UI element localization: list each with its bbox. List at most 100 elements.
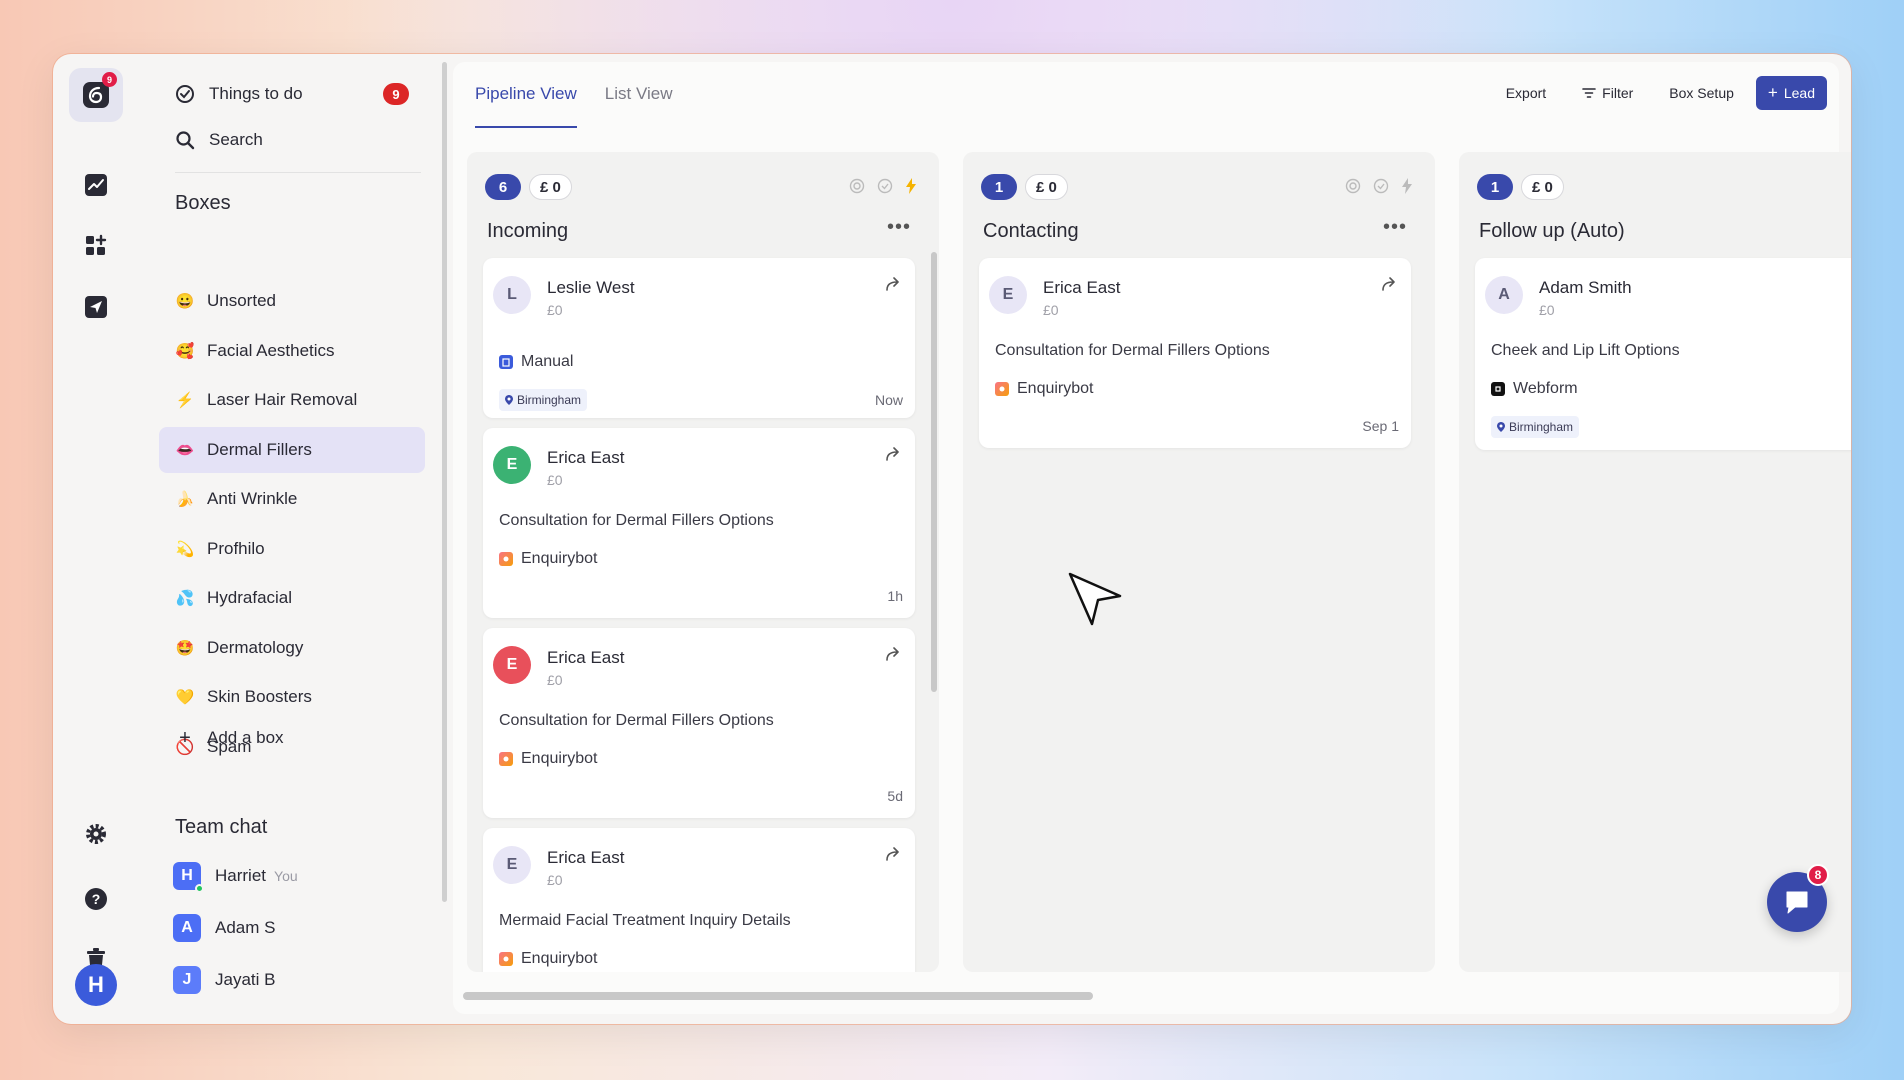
lead-card[interactable]: E Erica East £0 Consultation for Dermal Fil… [483,628,915,818]
column-title: Follow up (Auto) [1479,220,1625,242]
lead-label: Lead [1783,85,1815,101]
sidebar-box-dermatology[interactable]: 🤩 Dermatology [159,625,425,671]
lead-avatar: E [493,646,531,684]
lead-source-label: Enquirybot [521,550,598,567]
sidebar-box-facial-aesthetics[interactable]: 🥰 Facial Aesthetics [159,328,425,374]
sidebar-scrollbar[interactable] [442,62,447,902]
lead-source: Manual [499,353,573,371]
column-scrollbar[interactable] [931,252,937,692]
team-avatar: H [173,862,204,893]
lead-name: Erica East [547,848,625,867]
box-emoji-icon: ⚡ [175,392,195,409]
check-circle-icon[interactable] [1373,178,1389,194]
app-logo-button[interactable]: 9 [69,68,123,122]
chat-launcher-button[interactable]: 8 [1767,864,1829,932]
team-member-jayati-b[interactable]: J Jayati B [173,966,275,994]
app-window: 9 ? H Things to do 9 Search Boxes 😀 Unso… [53,54,1851,1024]
target-icon[interactable] [1345,178,1361,194]
main-panel: Pipeline View List View Export Filter Bo… [453,62,1851,1014]
user-avatar[interactable]: H [75,964,117,1006]
box-emoji-icon: 💦 [175,590,195,607]
box-label: Unsorted [207,291,276,310]
lightning-icon[interactable] [905,178,917,194]
lead-avatar: E [989,276,1027,314]
sidebar-box-anti-wrinkle[interactable]: 🍌 Anti Wrinkle [159,476,425,522]
team-avatar-initial: J [182,971,192,988]
sidebar-box-unsorted[interactable]: 😀 Unsorted [159,278,425,324]
sidebar: Things to do 9 Search Boxes 😀 Unsorted 🥰 Fa… [153,54,483,1024]
board-horizontal-scrollbar[interactable] [463,992,1093,1000]
export-label: Export [1505,85,1547,101]
lead-name: Erica East [547,648,625,667]
reports-button[interactable] [69,158,123,212]
team-member-adam-s[interactable]: A Adam S [173,914,275,942]
add-box-label: Add a box [207,728,284,747]
column-title: Contacting [983,220,1079,242]
forward-icon [886,647,899,661]
box-label: Laser Hair Removal [207,390,358,409]
sidebar-box-profhilo[interactable]: 💫 Profhilo [159,526,425,572]
column-more-button[interactable]: ••• [887,216,911,239]
apps-button[interactable] [69,219,123,273]
help-button[interactable]: ? [69,872,123,926]
box-emoji-icon: 🍌 [175,491,195,508]
export-button[interactable]: Export [1506,85,1546,101]
tab-pipeline-view[interactable]: Pipeline View [475,62,577,128]
things-to-do-count: 9 [383,83,409,105]
lead-card[interactable]: E Erica East £0 Mermaid Facial Treatment In… [483,828,915,972]
forward-button[interactable] [885,846,903,867]
chart-icon [85,174,107,196]
campaigns-button[interactable] [69,280,123,334]
sidebar-box-laser-hair-removal[interactable]: ⚡ Laser Hair Removal [159,377,425,423]
lead-card[interactable]: L Leslie West £0 Manual Birmingham Now [483,258,915,418]
add-box-button[interactable]: + Add a box [159,715,425,761]
things-to-do[interactable]: Things to do 9 [161,72,431,116]
sidebar-box-dermal-fillers[interactable]: 👄 Dermal Fillers [159,426,425,473]
online-indicator [195,884,204,893]
box-setup-label: Box Setup [1669,85,1734,101]
forward-button[interactable] [885,646,903,667]
lead-card[interactable]: E Erica East £0 Consultation for Dermal Fil… [483,428,915,618]
forward-icon [886,447,899,461]
settings-button[interactable] [69,807,123,861]
column-more-button[interactable]: ••• [1383,216,1407,239]
lead-value: £0 [547,302,563,318]
box-emoji-icon: 😀 [175,293,195,310]
box-emoji-icon: 💫 [175,540,195,558]
things-to-do-label: Things to do [209,84,303,103]
forward-button[interactable] [885,276,903,297]
filter-button[interactable]: Filter [1582,85,1633,101]
box-label: Hydrafacial [207,588,293,607]
chat-bubble-icon [1786,891,1808,914]
enquirybot-icon [995,382,1009,396]
lead-value: £0 [547,672,563,688]
lead-subject: Consultation for Dermal Fillers Options [499,712,774,729]
lead-card[interactable]: A Adam Smith £0 Cheek and Lip Lift Options W… [1475,258,1851,450]
team-member-harriet[interactable]: H Harriet You [173,862,298,893]
lead-time: Sep 1 [1362,418,1399,434]
lead-subject: Mermaid Facial Treatment Inquiry Details [499,912,791,929]
add-lead-button[interactable]: + Lead [1755,76,1827,110]
team-avatar-initial: A [181,919,193,936]
search-label: Search [209,130,263,149]
lead-count-badge: 6 [485,174,521,200]
sidebar-box-hydrafacial[interactable]: 💦 Hydrafacial [159,575,425,621]
search-button[interactable]: Search [161,118,431,162]
check-circle-icon[interactable] [877,178,893,194]
chat-badge: 8 [1807,864,1829,886]
tab-list-view[interactable]: List View [605,62,673,128]
gear-icon [86,824,106,844]
lightning-icon[interactable] [1401,178,1413,194]
box-setup-button[interactable]: Box Setup [1669,85,1734,101]
target-icon[interactable] [849,178,865,194]
lead-name: Erica East [547,448,625,467]
box-label: Skin Boosters [207,687,312,706]
sidebar-divider [175,172,421,173]
forward-button[interactable] [1381,276,1399,297]
sidebar-box-skin-boosters[interactable]: 💛 Skin Boosters [159,674,425,720]
lead-source: Webform [1491,380,1578,398]
forward-button[interactable] [885,446,903,467]
lead-card[interactable]: E Erica East £0 Consultation for Dermal Fil… [979,258,1411,448]
team-avatar-initial: H [181,867,193,884]
enquirybot-icon [499,752,513,766]
